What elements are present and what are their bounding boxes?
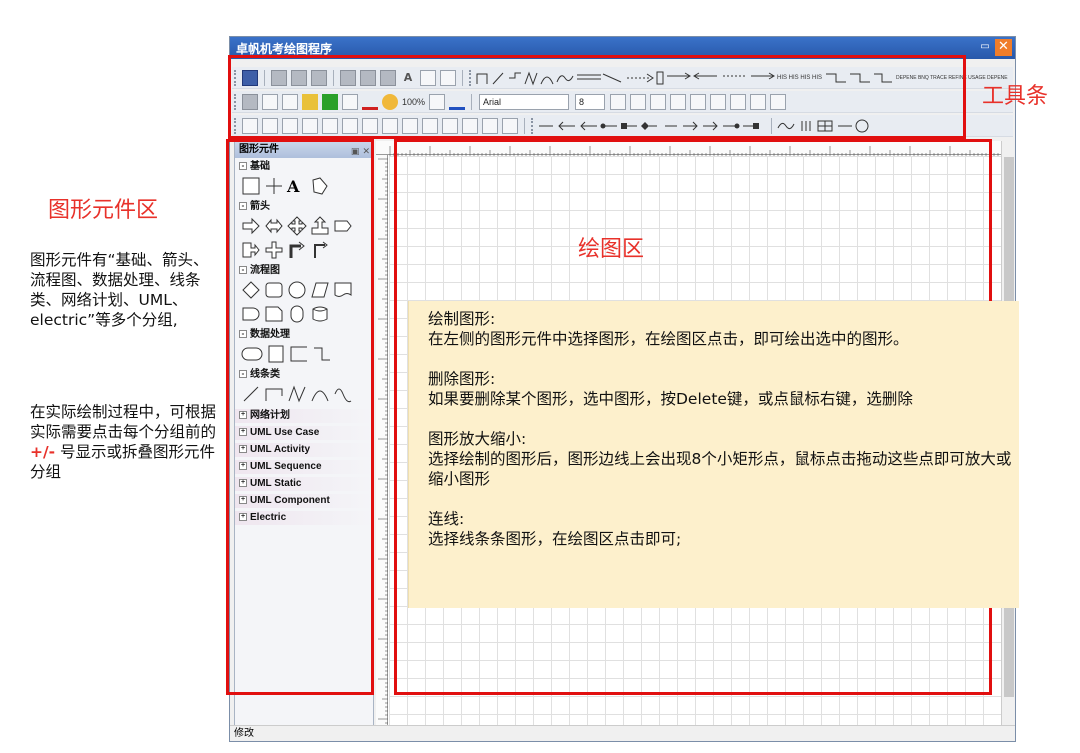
- canvas-label: 绘图区: [578, 237, 645, 262]
- usage-text-post: 号显示或拆叠图形元件分组: [30, 443, 216, 481]
- note-delete: 删除图形: 如果要删除某个图形，选中图形，按Delete键，或点鼠标右键，选删除: [428, 369, 1019, 409]
- note-connect-body: 选择线条条图形，在绘图区点击即可;: [428, 530, 682, 548]
- status-text: 修改: [234, 728, 254, 739]
- note-connect: 连线: 选择线条条图形，在绘图区点击即可;: [428, 509, 1019, 549]
- note-draw: 绘制图形: 在左侧的图形元件中选择图形，在绘图区点击，即可绘出选中的图形。: [428, 309, 1019, 349]
- toolbar-highlight-frame: [228, 55, 966, 139]
- toolbar-label: 工具条: [982, 84, 1049, 109]
- plus-minus-highlight: +/-: [30, 443, 56, 461]
- note-delete-title: 删除图形:: [428, 370, 496, 388]
- note-resize-title: 图形放大缩小:: [428, 430, 527, 448]
- note-resize: 图形放大缩小: 选择绘制的图形后，图形边线上会出现8个小矩形点，鼠标点击拖动这些点…: [428, 429, 1019, 489]
- note-draw-title: 绘制图形:: [428, 310, 496, 328]
- palette-description: 图形元件有“基础、箭头、流程图、数据处理、线条类、网络计划、UML、electr…: [30, 251, 209, 329]
- palette-area-label: 图形元件区: [48, 198, 159, 223]
- note-draw-body: 在左侧的图形元件中选择图形，在绘图区点击，即可绘出选中的图形。: [428, 330, 909, 348]
- palette-usage-description: 在实际绘制过程中，可根据实际需要点击每个分组前的 +/- 号显示或拆叠图形元件分…: [30, 402, 220, 482]
- close-button[interactable]: ✕: [995, 39, 1012, 56]
- note-resize-body: 选择绘制的图形后，图形边线上会出现8个小矩形点，鼠标点击拖动这些点即可放大或缩小…: [428, 450, 1012, 488]
- note-connect-title: 连线:: [428, 510, 465, 528]
- vertical-ruler: [376, 155, 388, 727]
- minimize-button[interactable]: ▭: [977, 40, 993, 55]
- status-bar: 修改: [230, 725, 1015, 741]
- usage-text-pre: 在实际绘制过程中，可根据实际需要点击每个分组前的: [30, 403, 217, 441]
- palette-highlight-frame: [226, 139, 374, 695]
- vertical-ruler-ticks: [378, 158, 388, 727]
- instruction-note: 绘制图形: 在左侧的图形元件中选择图形，在绘图区点击，即可绘出选中的图形。 删除图…: [408, 301, 1019, 608]
- note-delete-body: 如果要删除某个图形，选中图形，按Delete键，或点鼠标右键，选删除: [428, 390, 913, 408]
